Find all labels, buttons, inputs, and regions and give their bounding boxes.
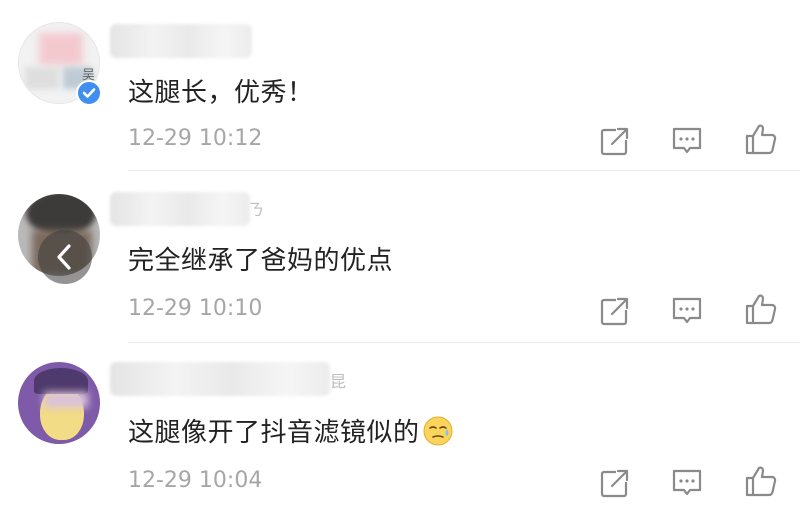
like-button[interactable] (744, 122, 778, 156)
comment-icon (672, 297, 702, 324)
share-button[interactable] (598, 124, 632, 158)
username-blurred[interactable] (110, 192, 250, 226)
reply-button[interactable] (670, 294, 704, 328)
username-fragment: 昆 (330, 372, 347, 391)
comment-icon (672, 127, 702, 154)
username-blurred[interactable] (110, 24, 252, 58)
reply-button[interactable] (670, 466, 704, 500)
thumbs-up-icon (745, 294, 777, 325)
comment-time: 12-29 10:10 (128, 296, 263, 321)
thumbs-up-icon (745, 466, 777, 497)
avatar[interactable] (18, 362, 100, 444)
share-icon (600, 127, 630, 156)
reply-button[interactable] (670, 124, 704, 158)
thumbs-up-icon (745, 124, 777, 155)
chevron-left-icon (57, 244, 71, 270)
username-blurred[interactable] (110, 362, 330, 396)
comment-text: 这腿长，优秀！ (128, 78, 314, 108)
like-button[interactable] (744, 464, 778, 498)
comment-item: 昆 这腿像开了抖音滤镜似的 12-29 10:04 (0, 344, 800, 514)
divider (128, 342, 800, 343)
share-icon (600, 469, 630, 498)
comment-item: 吴 卌 这腿长，优秀！ 12-29 10:12 (0, 0, 800, 171)
share-icon (600, 297, 630, 326)
comment-item: ㄋ 完全继承了爸妈的优点 12-29 10:10 (0, 172, 800, 343)
username-fragment: ㄋ (248, 200, 265, 219)
verified-check-icon (82, 88, 96, 98)
sweat-smile-emoji (423, 416, 453, 446)
comment-text: 完全继承了爸妈的优点 (128, 246, 394, 276)
divider (128, 170, 800, 171)
comment-icon (672, 469, 702, 496)
comment-text-content: 这腿像开了抖音滤镜似的 (128, 418, 420, 448)
share-button[interactable] (598, 294, 632, 328)
verified-badge (76, 80, 102, 106)
comment-time: 12-29 10:04 (128, 468, 263, 493)
back-button[interactable] (38, 230, 92, 284)
comment-text: 这腿像开了抖音滤镜似的 (128, 412, 454, 449)
like-button[interactable] (744, 292, 778, 326)
share-button[interactable] (598, 466, 632, 500)
comment-time: 12-29 10:12 (128, 126, 263, 151)
